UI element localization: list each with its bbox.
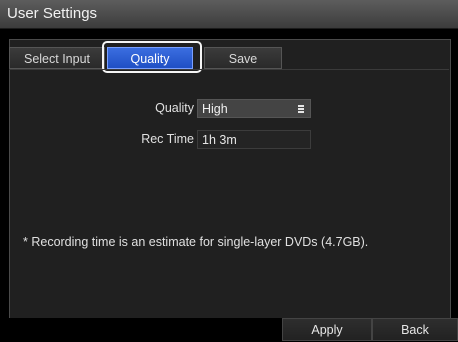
tab-select-input[interactable]: Select Input [9,47,105,69]
back-button[interactable]: Back [372,318,458,341]
tab-save[interactable]: Save [204,47,282,69]
quality-select[interactable]: High [197,99,311,118]
settings-panel [9,39,451,320]
recording-time-note: * Recording time is an estimate for sing… [23,235,369,249]
rec-time-field: 1h 3m [197,130,311,149]
list-icon [298,105,304,113]
quality-value: High [202,102,228,116]
rec-time-value: 1h 3m [202,133,237,147]
title-bar: User Settings [0,0,458,29]
quality-label: Quality [155,101,194,115]
apply-button[interactable]: Apply [282,318,372,341]
tab-divider [9,69,449,70]
rec-time-label: Rec Time [141,132,194,146]
window-title: User Settings [7,5,98,22]
